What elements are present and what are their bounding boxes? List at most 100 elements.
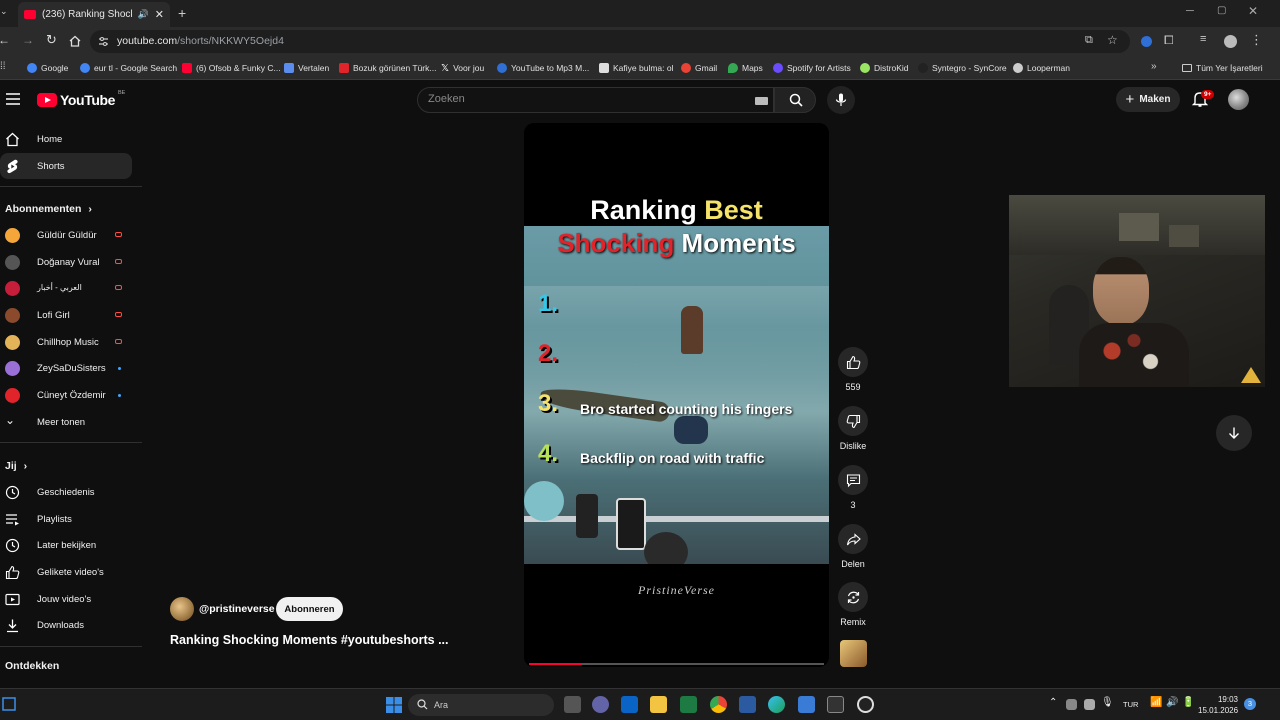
install-app-icon[interactable]: ⧉: [1085, 34, 1093, 47]
sidebar-item-watch-later[interactable]: Later bekijken: [0, 532, 132, 558]
search-box[interactable]: [417, 87, 774, 113]
site-info-icon[interactable]: [98, 36, 109, 47]
keyboard-icon[interactable]: [755, 97, 768, 105]
sidebar-item-shorts[interactable]: Shorts: [0, 153, 132, 179]
taskbar-search[interactable]: Ara: [408, 694, 554, 716]
bookmark-item[interactable]: DistroKid: [860, 61, 908, 75]
apps-grid-icon[interactable]: ⁞⁞: [0, 61, 6, 72]
chrome-icon[interactable]: [710, 696, 727, 713]
sidebar-item-your-videos[interactable]: Jouw video's: [0, 586, 132, 612]
dislike-button[interactable]: Dislike: [836, 406, 870, 451]
wifi-icon[interactable]: 📶: [1150, 697, 1162, 708]
sidebar-item-subscription[interactable]: Chillhop Music: [0, 329, 132, 355]
profile-icon[interactable]: [1224, 35, 1237, 48]
omnibox[interactable]: youtube.com/shorts/NKKWY5Oejd4 ⧉ ☆: [90, 30, 1130, 53]
tray-app-icon[interactable]: [1084, 699, 1095, 710]
file-explorer-icon[interactable]: [650, 696, 667, 713]
bookmark-item[interactable]: (6) Ofsob & Funky C...: [182, 61, 281, 75]
search-input[interactable]: [428, 93, 748, 105]
subscriptions-header[interactable]: Abonnementen ›: [5, 203, 92, 215]
home-icon[interactable]: [69, 35, 81, 47]
notification-count-badge[interactable]: 3: [1244, 698, 1256, 710]
url-text[interactable]: youtube.com/shorts/NKKWY5Oejd4: [117, 35, 284, 47]
search-button[interactable]: [774, 87, 816, 113]
browser-menu-icon[interactable]: ⋮: [1250, 32, 1263, 48]
bookmark-item[interactable]: Kafiye bulma: ol: [599, 61, 673, 75]
tab-search-icon[interactable]: ⌄: [0, 6, 10, 20]
comments-button-circle[interactable]: [838, 465, 868, 495]
terminal-icon[interactable]: [827, 696, 844, 713]
bookmark-item[interactable]: Gmail: [681, 61, 717, 75]
sidebar-item-playlists[interactable]: Playlists: [0, 506, 132, 532]
task-view-icon[interactable]: [564, 696, 581, 713]
more-bookmarks-icon[interactable]: »: [1151, 61, 1157, 72]
microphone-icon[interactable]: 🎙: [1101, 697, 1114, 708]
sidebar-item-subscription[interactable]: Doğanay Vural: [0, 249, 132, 275]
excel-icon[interactable]: [680, 696, 697, 713]
bookmark-item[interactable]: Bozuk görünen Türk...: [339, 61, 436, 75]
extensions-puzzle-icon[interactable]: ⧠: [1164, 33, 1174, 48]
shorts-player[interactable]: Ranking Best Shocking Moments 1. 2. 3. B…: [524, 123, 829, 667]
create-button[interactable]: + Maken: [1116, 87, 1180, 112]
window-maximize-icon[interactable]: ▢: [1217, 5, 1226, 16]
channel-avatar[interactable]: [170, 597, 194, 621]
sidebar-item-home[interactable]: Home: [0, 126, 132, 152]
sidebar-item-liked-videos[interactable]: Gelikete video's: [0, 559, 132, 585]
tray-clock[interactable]: 19:03 15.01.2026: [1198, 694, 1238, 716]
sidebar-item-subscription[interactable]: ZeySaDuSisters: [0, 355, 132, 381]
tray-app-icon[interactable]: [1066, 699, 1077, 710]
all-bookmarks-folder[interactable]: Tüm Yer İşaretleri: [1182, 61, 1263, 75]
edge-icon[interactable]: [768, 696, 785, 713]
bookmark-item[interactable]: Syntegro - SynCore: [918, 61, 1007, 75]
sidebar-item-subscription[interactable]: العربي - أخبار: [0, 275, 132, 301]
short-title[interactable]: Ranking Shocking Moments #youtubeshorts …: [170, 633, 449, 647]
bookmark-item[interactable]: 𝕏 Voor jou: [441, 61, 484, 75]
notepad-icon[interactable]: [798, 696, 815, 713]
window-close-icon[interactable]: ✕: [1248, 4, 1258, 18]
back-icon[interactable]: ←: [0, 33, 10, 47]
window-minimize-icon[interactable]: ─: [1186, 5, 1194, 17]
volume-icon[interactable]: 🔊: [1166, 697, 1178, 708]
remix-button-circle[interactable]: [838, 582, 868, 612]
you-header[interactable]: Jij ›: [5, 460, 27, 472]
share-button-circle[interactable]: [838, 524, 868, 554]
sidebar-item-subscription[interactable]: Güldür Güldür: [0, 222, 132, 248]
sidebar-item-history[interactable]: Geschiedenis: [0, 479, 132, 505]
input-language[interactable]: TUR: [1123, 700, 1138, 709]
voice-search-button[interactable]: [827, 86, 855, 114]
video-progress-bar[interactable]: [529, 663, 824, 665]
channel-name[interactable]: @pristineverse: [199, 603, 275, 615]
media-control-icon[interactable]: ≡: [1200, 33, 1206, 45]
share-button[interactable]: Delen: [836, 524, 870, 569]
show-more-button[interactable]: ⌄ Meer tonen: [0, 409, 132, 435]
recording-app-icon[interactable]: [857, 696, 874, 713]
dislike-button-circle[interactable]: [838, 406, 868, 436]
extension-blue-icon[interactable]: [1141, 36, 1152, 47]
next-short-button[interactable]: [1216, 415, 1252, 451]
dev-tool-icon[interactable]: [739, 696, 756, 713]
bookmark-item[interactable]: Maps: [728, 61, 763, 75]
tab-audio-icon[interactable]: 🔊: [138, 9, 149, 20]
sound-thumbnail[interactable]: [840, 640, 867, 667]
battery-icon[interactable]: 🔋: [1182, 697, 1194, 708]
bookmark-item[interactable]: Looperman: [1013, 61, 1070, 75]
subscribe-button[interactable]: Abonneren: [276, 597, 343, 621]
comments-button[interactable]: 3: [836, 465, 870, 510]
forward-icon[interactable]: →: [22, 33, 34, 47]
chevron-up-icon[interactable]: ⌃: [1049, 697, 1057, 708]
windows-start-icon[interactable]: [386, 697, 402, 713]
tab-close-icon[interactable]: ✕: [155, 8, 164, 21]
bookmark-star-icon[interactable]: ☆: [1107, 33, 1118, 47]
bookmark-item[interactable]: eur tl - Google Search: [80, 61, 177, 75]
youtube-logo[interactable]: YouTube BE: [37, 90, 125, 108]
outlook-icon[interactable]: [621, 696, 638, 713]
windows-widget-icon[interactable]: [2, 697, 16, 711]
hamburger-menu-icon[interactable]: [6, 93, 20, 105]
new-tab-icon[interactable]: +: [178, 5, 186, 21]
sidebar-item-downloads[interactable]: Downloads: [0, 612, 132, 638]
bookmark-item[interactable]: Google: [27, 61, 68, 75]
like-button[interactable]: 559: [836, 347, 870, 392]
browser-tab-active[interactable]: (236) Ranking Shocking Mo 🔊 ✕: [18, 2, 170, 27]
like-button-circle[interactable]: [838, 347, 868, 377]
account-avatar[interactable]: [1228, 89, 1249, 110]
